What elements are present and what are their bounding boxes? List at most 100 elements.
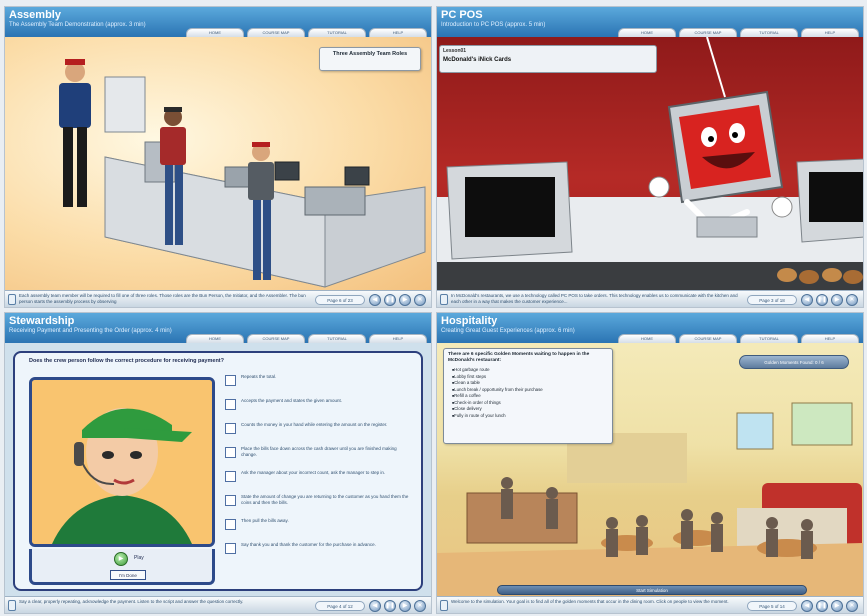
pause-button[interactable]: ❚❚ [816,294,828,306]
quiz-stage: Does the crew person follow the correct … [5,343,431,598]
course-tabs: HOME COURSE MAP TUTORIAL HELP [618,334,859,343]
start-simulation-button[interactable]: Start Simulation [497,585,807,595]
video-controls: ▶ Play I'm Done [29,549,215,585]
tab-help[interactable]: HELP [801,28,859,37]
list-item: Fully in route of your lunch [452,413,543,420]
back-button[interactable]: ◀ [369,600,381,612]
option-item[interactable]: Accepts the payment and states the given… [225,397,415,420]
tab-course-map[interactable]: COURSE MAP [679,28,737,37]
option-label: Accepts the payment and states the given… [241,398,343,403]
pause-button[interactable]: ❚❚ [816,600,828,612]
course-collage: Assembly The Assembly Team Demonstration… [0,0,867,616]
exit-button[interactable]: ✕ [846,600,858,612]
option-checkbox[interactable] [225,519,236,530]
pcpos-course-screen: PC POS Introduction to PC POS (approx. 5… [436,6,864,308]
course-header: PC POS Introduction to PC POS (approx. 5… [437,7,863,37]
transcript-icon[interactable] [440,600,448,611]
forward-button[interactable]: ▶ [399,294,411,306]
course-header: Stewardship Receiving Payment and Presen… [5,313,431,343]
course-tabs: HOME COURSE MAP TUTORIAL HELP [186,28,427,37]
option-item[interactable]: Counts the money in your hand while ente… [225,421,415,444]
forward-button[interactable]: ▶ [831,600,843,612]
option-label: Ask the manager about your incorrect cou… [241,470,386,475]
option-label: Then pull the bills away. [241,518,289,523]
course-tabs: HOME COURSE MAP TUTORIAL HELP [186,334,427,343]
tab-help[interactable]: HELP [369,28,427,37]
back-button[interactable]: ◀ [801,600,813,612]
tab-home[interactable]: HOME [186,334,244,343]
stewardship-course-screen: Stewardship Receiving Payment and Presen… [4,312,432,614]
exit-button[interactable]: ✕ [846,294,858,306]
option-label: Repeats the total. [241,374,277,379]
lesson-title: McDonald's iNick Cards [443,57,512,63]
narration-caption: In McDonald's restaurants, we use a tech… [451,293,738,304]
golden-moments-heading: There are 6 specific Golden Moments wait… [448,352,590,363]
option-checkbox[interactable] [225,423,236,434]
option-checkbox[interactable] [225,471,236,482]
assembly-course-screen: Assembly The Assembly Team Demonstration… [4,6,432,308]
play-icon[interactable]: ▶ [114,552,128,566]
done-button[interactable]: I'm Done [110,570,146,580]
golden-moments-counter[interactable]: Golden Moments Found: 0 / 6 [739,355,849,369]
tab-course-map[interactable]: COURSE MAP [247,334,305,343]
option-checkbox[interactable] [225,447,236,458]
course-footer: Each assembly team member will be requir… [5,290,431,307]
forward-button[interactable]: ▶ [399,600,411,612]
narration-caption: Each assembly team member will be requir… [19,293,306,304]
tab-course-map[interactable]: COURSE MAP [247,28,305,37]
golden-moments-callout: There are 6 specific Golden Moments wait… [443,348,613,444]
option-checkbox[interactable] [225,495,236,506]
quiz-question: Does the crew person follow the correct … [29,358,224,364]
crew-headset-illustration [32,380,212,544]
tab-home[interactable]: HOME [618,28,676,37]
transcript-icon[interactable] [440,294,448,305]
course-tabs: HOME COURSE MAP TUTORIAL HELP [618,28,859,37]
lesson-number: Lesson01 [443,48,467,54]
pos-illustration [437,37,863,292]
tab-home[interactable]: HOME [186,28,244,37]
back-button[interactable]: ◀ [801,294,813,306]
forward-button[interactable]: ▶ [831,294,843,306]
option-label: Place the bills face down across the cas… [241,446,397,457]
option-checkbox[interactable] [225,375,236,386]
course-header: Hospitality Creating Great Guest Experie… [437,313,863,343]
pause-button[interactable]: ❚❚ [384,294,396,306]
back-button[interactable]: ◀ [369,294,381,306]
pause-button[interactable]: ❚❚ [384,600,396,612]
tab-tutorial[interactable]: TUTORIAL [740,334,798,343]
option-item[interactable]: Say thank you and thank the customer for… [225,541,415,564]
exit-button[interactable]: ✕ [414,600,426,612]
option-checkbox[interactable] [225,543,236,554]
transcript-icon[interactable] [8,600,16,611]
option-item[interactable]: Place the bills face down across the cas… [225,445,415,468]
tab-help[interactable]: HELP [369,334,427,343]
page-indicator: Page 3 of 18 [747,295,797,305]
crew-portrait [29,377,215,547]
assembly-illustration [59,59,426,288]
option-checkbox[interactable] [225,399,236,410]
tab-course-map[interactable]: COURSE MAP [679,334,737,343]
tab-tutorial[interactable]: TUTORIAL [308,334,366,343]
tab-tutorial[interactable]: TUTORIAL [740,28,798,37]
tab-help[interactable]: HELP [801,334,859,343]
option-item[interactable]: Then pull the bills away. [225,517,415,540]
option-item[interactable]: State the amount of change you are retur… [225,493,415,516]
tab-tutorial[interactable]: TUTORIAL [308,28,366,37]
page-indicator: Page 4 of 12 [315,601,365,611]
play-label[interactable]: Play [134,555,144,561]
course-subtitle: Introduction to PC POS (approx. 5 min) [441,22,546,28]
course-title: Stewardship [9,315,75,327]
option-item[interactable]: Repeats the total. [225,373,415,396]
course-title: PC POS [441,9,483,21]
course-footer: In McDonald's restaurants, we use a tech… [437,290,863,307]
hospitality-course-screen: Hospitality Creating Great Guest Experie… [436,312,864,614]
option-label: State the amount of change you are retur… [241,494,409,505]
quiz-card: Does the crew person follow the correct … [13,351,423,591]
page-indicator: Page 5 of 14 [747,601,797,611]
option-item[interactable]: Ask the manager about your incorrect cou… [225,469,415,492]
exit-button[interactable]: ✕ [414,294,426,306]
option-label: Say thank you and thank the customer for… [241,542,376,547]
course-subtitle: The Assembly Team Demonstration (approx.… [9,22,146,28]
tab-home[interactable]: HOME [618,334,676,343]
transcript-icon[interactable] [8,294,16,305]
